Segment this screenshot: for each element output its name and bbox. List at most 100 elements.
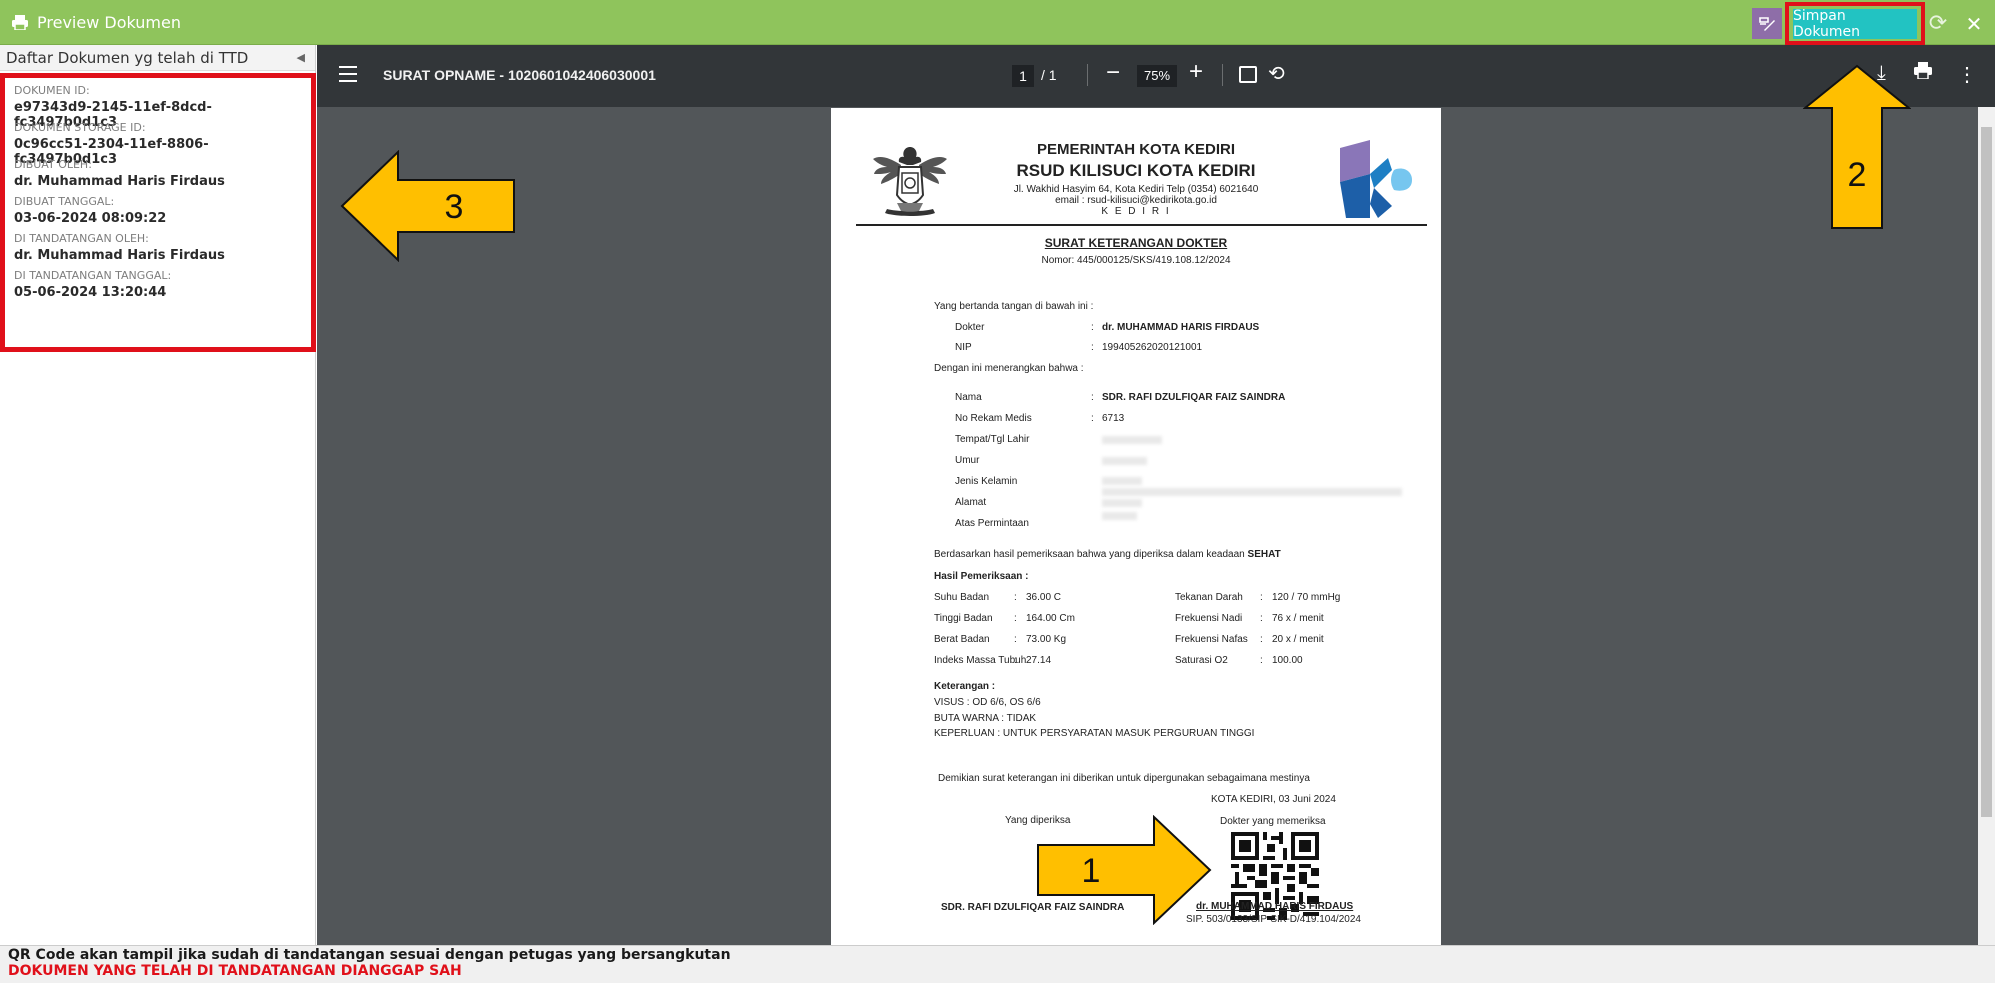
sign-document-button[interactable] [1752, 8, 1782, 39]
document-id-label: DOKUMEN ID: [14, 84, 90, 97]
note-colorblind: BUTA WARNA : TIDAK [934, 713, 1037, 724]
pdf-viewer: SURAT OPNAME - 1020601042406030001 1 / 1… [317, 45, 1995, 945]
colon: : [1014, 634, 1017, 645]
bmi-label: Indeks Massa Tubuh [934, 655, 1027, 666]
signed-date-value: 05-06-2024 13:20:44 [14, 285, 167, 300]
result-sentence: Berdasarkan hasil pemeriksaan bahwa yang… [934, 549, 1245, 560]
scrollbar-thumb[interactable] [1981, 127, 1992, 817]
medical-record-value: 6713 [1102, 413, 1125, 424]
bp-value: 120 / 70 mmHg [1272, 592, 1341, 603]
examiner-sip: SIP. 503/0133/SIP-SIK-D/419.104/2024 [1186, 914, 1361, 925]
close-button[interactable]: ✕ [1961, 8, 1987, 39]
redacted-field [1102, 436, 1162, 444]
annotation-arrow-1: 1 [1037, 815, 1212, 925]
signed-by-label: DI TANDATANGAN OLEH: [14, 232, 149, 245]
refresh-button[interactable]: ⟳ [1925, 8, 1951, 39]
respiration-label: Frekuensi Nafas [1175, 634, 1248, 645]
signed-date-label: DI TANDATANGAN TANGGAL: [14, 269, 172, 282]
declare-text: Dengan ini menerangkan bahwa : [934, 363, 1084, 374]
redacted-field [1102, 457, 1147, 465]
footer-notes: QR Code akan tampil jika sudah di tandat… [0, 945, 1995, 983]
examiner-label: Dokter yang memeriksa [1220, 816, 1326, 827]
zoom-out-button[interactable]: − [1106, 59, 1120, 87]
pulse-label: Frekuensi Nadi [1175, 613, 1243, 624]
signed-documents-sidebar: Daftar Dokumen yg telah di TTD ◀ DOKUMEN… [0, 45, 316, 945]
annotation-arrow-2: 2 [1803, 64, 1911, 229]
redacted-field [1102, 488, 1402, 496]
storage-id-label: DOKUMEN STORAGE ID: [14, 121, 146, 134]
colon: : [1260, 634, 1263, 645]
colon: : [1260, 613, 1263, 624]
refresh-icon: ⟳ [1928, 11, 1948, 36]
colon: : [1091, 392, 1094, 403]
sidebar-header: Daftar Dokumen yg telah di TTD ◀ [0, 45, 315, 71]
document-number: Nomor: 445/000125/SKS/419.108.12/2024 [1041, 255, 1231, 266]
pdf-document-title: SURAT OPNAME - 1020601042406030001 [383, 67, 656, 83]
close-icon: ✕ [1965, 11, 1983, 36]
colon: : [1091, 322, 1094, 333]
gender-label: Jenis Kelamin [955, 476, 1018, 487]
zoom-level-input[interactable]: 75% [1137, 65, 1177, 87]
toolbar-divider [1222, 64, 1223, 86]
window-title-text: Preview Dokumen [37, 13, 181, 32]
letterhead-divider [856, 224, 1427, 226]
created-by-value: dr. Muhammad Haris Firdaus [14, 174, 225, 189]
note-purpose: KEPERLUAN : UNTUK PERSYARATAN MASUK PERG… [934, 728, 1255, 739]
printer-icon [12, 15, 28, 30]
document-heading: SURAT KETERANGAN DOKTER [1044, 236, 1228, 250]
spo2-value: 100.00 [1272, 655, 1303, 666]
colon: : [1260, 592, 1263, 603]
weight-value: 73.00 Kg [1026, 634, 1067, 645]
note-visus: VISUS : OD 6/6, OS 6/6 [934, 697, 1041, 708]
address-label: Alamat [955, 497, 987, 508]
hospital-logo [1340, 140, 1412, 218]
zoom-in-button[interactable]: + [1189, 58, 1203, 86]
bp-label: Tekanan Darah [1175, 592, 1243, 603]
weight-label: Berat Badan [934, 634, 990, 645]
temp-value: 36.00 C [1026, 592, 1062, 603]
colon: : [1014, 592, 1017, 603]
medical-record-label: No Rekam Medis [955, 413, 1032, 424]
age-label: Umur [955, 455, 980, 466]
document-info-card[interactable]: DOKUMEN ID: e97343d9-2145-11ef-8dcd-fc34… [0, 73, 316, 352]
exam-heading: Hasil Pemeriksaan : [934, 571, 1029, 582]
notes-heading: Keterangan : [934, 681, 996, 692]
spo2-label: Saturasi O2 [1175, 655, 1228, 666]
fit-page-icon[interactable] [1239, 66, 1257, 83]
annotation-number-3: 3 [445, 188, 464, 226]
nip-value: 199405262020121001 [1102, 342, 1203, 353]
examiner-name: dr. MUHAMMAD HARIS FIRDAUS [1196, 901, 1354, 912]
requester-label: Atas Permintaan [955, 518, 1029, 529]
save-document-button[interactable]: Simpan Dokumen [1793, 8, 1917, 40]
temp-label: Suhu Badan [934, 592, 990, 603]
respiration-value: 20 x / menit [1272, 634, 1324, 645]
page-total: / 1 [1041, 67, 1057, 83]
doctor-label: Dokter [955, 322, 985, 333]
save-button-highlight: Simpan Dokumen [1785, 2, 1925, 45]
redacted-field [1102, 477, 1142, 485]
result-status: SEHAT [1247, 549, 1281, 560]
pulse-value: 76 x / menit [1272, 613, 1324, 624]
toolbar-divider [1087, 64, 1088, 86]
place-date: KOTA KEDIRI, 03 Juni 2024 [1211, 794, 1336, 805]
validity-warning: DOKUMEN YANG TELAH DI TANDATANGAN DIANGG… [8, 963, 462, 979]
collapse-left-icon[interactable]: ◀ [297, 51, 305, 64]
pdf-scrollbar[interactable] [1978, 107, 1995, 945]
page-number-input[interactable]: 1 [1012, 65, 1034, 87]
colon: : [1014, 613, 1017, 624]
birth-label: Tempat/Tgl Lahir [955, 434, 1030, 445]
colon: : [1260, 655, 1263, 666]
colon: : [1091, 413, 1094, 424]
print-icon[interactable] [1914, 62, 1932, 85]
created-date-label: DIBUAT TANGGAL: [14, 195, 115, 208]
redacted-field [1102, 499, 1142, 507]
nip-label: NIP [955, 342, 972, 353]
more-options-icon[interactable]: ⋮ [1957, 62, 1977, 87]
rotate-icon[interactable]: ⟲ [1268, 61, 1285, 86]
annotation-number-1: 1 [1082, 852, 1101, 890]
bmi-value: 27.14 [1026, 655, 1052, 666]
colon: : [1091, 342, 1094, 353]
annotation-arrow-3: 3 [340, 150, 515, 262]
menu-icon[interactable] [339, 66, 357, 87]
created-date-value: 03-06-2024 08:09:22 [14, 211, 167, 226]
